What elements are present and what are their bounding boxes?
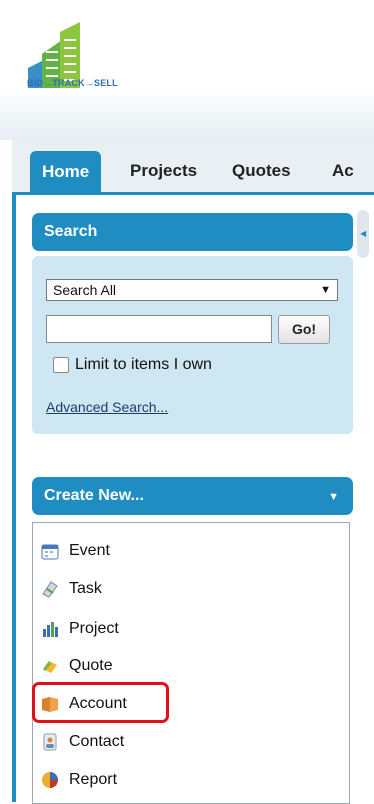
calendar-icon [41, 544, 59, 560]
menu-item-label: Contact [69, 733, 125, 750]
report-icon [42, 772, 58, 788]
advanced-search-link[interactable]: Advanced Search... [46, 399, 168, 415]
collapse-arrow-icon: ◀ [360, 229, 367, 238]
dropdown-arrow-icon: ▼ [320, 284, 331, 296]
menu-item-label: Task [69, 580, 102, 597]
account-highlight-box [32, 682, 169, 723]
limit-to-owned-checkbox[interactable] [53, 357, 69, 373]
tab-accounts[interactable]: Ac [332, 152, 354, 189]
search-panel-title: Search [44, 223, 98, 240]
go-button[interactable]: Go! [278, 315, 330, 344]
tab-quotes[interactable]: Quotes [232, 152, 291, 189]
chevron-down-icon: ▼ [328, 491, 339, 503]
tab-home[interactable]: Home [30, 151, 102, 192]
app-header: BID→TRACK→SELL [0, 0, 374, 140]
sidebar-edge [12, 195, 16, 802]
logo-text: BID→TRACK→SELL [27, 78, 118, 88]
contact-icon [43, 733, 57, 751]
sidebar-collapse-handle[interactable]: ◀ [357, 210, 369, 258]
tab-projects[interactable]: Projects [130, 152, 197, 189]
limit-to-owned-label: Limit to items I own [75, 356, 212, 373]
menu-item-label: Quote [69, 657, 113, 674]
create-new-menu: Event Task Project Quote Account Contact… [32, 522, 350, 804]
search-input[interactable] [46, 315, 272, 343]
menu-item-label: Report [69, 771, 118, 788]
project-chart-icon [43, 622, 58, 637]
menu-item-label: Project [69, 620, 119, 637]
task-icon [42, 581, 58, 598]
quote-icon [43, 661, 57, 673]
create-new-dropdown[interactable]: Create New... ▼ [32, 477, 353, 515]
menu-item-label: Event [69, 542, 110, 559]
search-scope-select[interactable]: Search All ▼ [46, 279, 338, 301]
search-scope-value: Search All [53, 282, 117, 298]
main-tab-bar: Home Projects Quotes Ac [12, 140, 374, 195]
search-panel-header: Search [32, 213, 353, 251]
create-new-label: Create New... [44, 487, 144, 504]
